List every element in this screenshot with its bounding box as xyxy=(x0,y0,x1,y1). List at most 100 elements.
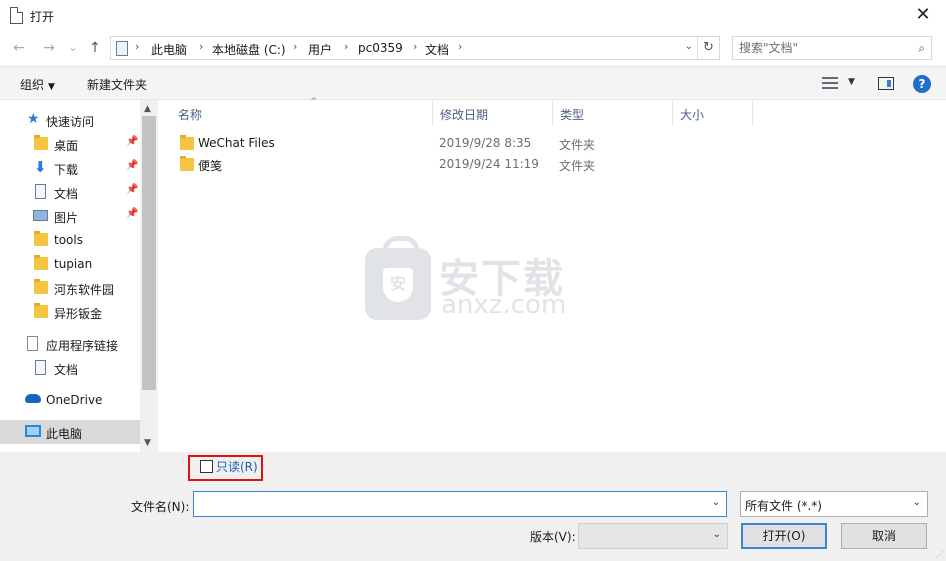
preview-pane-icon[interactable] xyxy=(878,77,894,90)
view-details-icon[interactable] xyxy=(822,77,838,89)
column-header-size[interactable]: 大小 xyxy=(672,100,752,126)
breadcrumb-documents[interactable]: 文档 xyxy=(425,41,449,58)
back-button[interactable]: ← xyxy=(10,38,28,58)
view-options-dropdown[interactable]: ▼ xyxy=(848,77,855,87)
breadcrumb-separator[interactable]: › xyxy=(344,40,348,53)
filename-input[interactable] xyxy=(198,496,698,512)
pin-icon: 📌 xyxy=(126,160,139,171)
sidebar-item-tupian[interactable]: tupian xyxy=(0,252,140,276)
sidebar-item-downloads[interactable]: ⬇ 下载 📌 xyxy=(0,156,140,180)
command-bar: 组织 ▼ 新建文件夹 ▼ ? xyxy=(0,66,946,100)
file-type-select[interactable]: 所有文件 (*.*) ⌄ xyxy=(740,491,928,517)
new-folder-button[interactable]: 新建文件夹 xyxy=(87,76,147,93)
chevron-down-icon[interactable]: ⌄ xyxy=(713,529,721,540)
breadcrumb-pc0359[interactable]: pc0359 xyxy=(358,41,403,55)
file-type: 文件夹 xyxy=(559,159,596,173)
column-header-name[interactable]: 名称 ^ xyxy=(170,97,432,126)
search-input[interactable] xyxy=(739,40,909,56)
scroll-up-icon[interactable]: ▲ xyxy=(144,104,151,114)
file-row[interactable]: WeChat Files 2019/9/28 8:35 文件夹 xyxy=(170,133,650,153)
folder-icon xyxy=(180,156,194,171)
pin-icon: 📌 xyxy=(126,184,139,195)
column-divider[interactable] xyxy=(752,100,753,126)
sidebar-item-tools[interactable]: tools xyxy=(0,228,140,252)
pin-icon: 📌 xyxy=(126,136,139,147)
readonly-label[interactable]: 只读(R) xyxy=(216,458,258,475)
folder-icon xyxy=(34,231,48,246)
breadcrumb-separator[interactable]: › xyxy=(413,40,417,53)
cloud-icon xyxy=(25,394,41,403)
cancel-button[interactable]: 取消 xyxy=(841,523,927,549)
breadcrumb-separator[interactable]: › xyxy=(135,40,139,53)
document-icon xyxy=(35,184,46,199)
title-bar: 打开 ✕ xyxy=(0,0,946,32)
pin-icon: 📌 xyxy=(126,208,139,219)
breadcrumb-separator[interactable]: › xyxy=(199,40,203,53)
recent-locations-button[interactable]: ⌄ xyxy=(64,38,82,58)
column-header-date[interactable]: 修改日期 xyxy=(432,100,552,126)
window-title: 打开 xyxy=(30,10,55,24)
sidebar-item-label: 桌面 xyxy=(54,139,79,153)
sidebar-item-label: tools xyxy=(54,233,83,247)
resize-grip-icon[interactable]: ⋰ xyxy=(936,550,944,559)
sidebar-item-label: 下载 xyxy=(54,163,79,177)
breadcrumb-separator[interactable]: › xyxy=(293,40,297,53)
sidebar-item-label: 文档 xyxy=(54,187,79,201)
sidebar-item-this-pc[interactable]: 此电脑 xyxy=(0,420,140,444)
scroll-down-icon[interactable]: ▼ xyxy=(144,438,151,448)
filename-combobox[interactable]: ⌄ xyxy=(193,491,727,517)
watermark-logo: 安 安下载 anxz.com xyxy=(365,236,585,322)
scrollbar-thumb[interactable] xyxy=(142,116,156,390)
navigation-scrollbar[interactable]: ▲ ▼ xyxy=(140,100,158,452)
sort-ascending-icon: ^ xyxy=(310,97,318,107)
navigation-bar: ← → ⌄ ↑ › 此电脑 › 本地磁盘 (C:) › 用户 › pc0359 … xyxy=(0,34,946,62)
sidebar-item-documents-2[interactable]: 文档 xyxy=(0,356,140,380)
download-arrow-icon: ⬇ xyxy=(34,158,47,176)
file-date: 2019/9/28 8:35 xyxy=(439,136,532,150)
sidebar-item-quick-access[interactable]: ★ 快速访问 xyxy=(0,108,140,132)
sidebar-item-label: 文档 xyxy=(54,363,79,377)
breadcrumb-users[interactable]: 用户 xyxy=(308,41,332,58)
version-select[interactable]: ⌄ xyxy=(578,523,728,549)
column-header-type[interactable]: 类型 xyxy=(552,100,672,126)
watermark-url: anxz.com xyxy=(441,290,567,320)
sidebar-item-documents[interactable]: 文档 📌 xyxy=(0,180,140,204)
breadcrumb-local-disk[interactable]: 本地磁盘 (C:) xyxy=(212,41,286,58)
readonly-checkbox[interactable] xyxy=(200,460,213,473)
sidebar-item-app-links[interactable]: 应用程序链接 xyxy=(0,332,140,356)
organize-button[interactable]: 组织 ▼ xyxy=(20,76,55,93)
address-bar[interactable]: › 此电脑 › 本地磁盘 (C:) › 用户 › pc0359 › 文档 › ⌄ xyxy=(110,36,698,60)
file-type: 文件夹 xyxy=(559,138,596,152)
file-row[interactable]: 便笺 2019/9/24 11:19 文件夹 xyxy=(170,154,650,174)
chevron-down-icon[interactable]: ⌄ xyxy=(913,497,921,508)
close-button[interactable]: ✕ xyxy=(900,0,946,32)
picture-icon xyxy=(33,210,48,221)
search-box[interactable]: ⌕ xyxy=(732,36,932,60)
folder-icon xyxy=(34,255,48,270)
search-icon[interactable]: ⌕ xyxy=(918,41,925,56)
page-icon xyxy=(27,336,38,351)
sidebar-item-label: 此电脑 xyxy=(46,427,83,441)
refresh-button[interactable]: ↻ xyxy=(698,36,720,60)
breadcrumb-separator[interactable]: › xyxy=(458,40,462,53)
sidebar-item-pictures[interactable]: 图片 📌 xyxy=(0,204,140,228)
sidebar-item-label: 图片 xyxy=(54,211,79,225)
filename-label: 文件名(N): xyxy=(131,500,190,514)
breadcrumb-this-pc[interactable]: 此电脑 xyxy=(151,41,187,58)
forward-button[interactable]: → xyxy=(40,38,58,58)
open-button[interactable]: 打开(O) xyxy=(741,523,827,549)
document-icon xyxy=(10,7,23,24)
sidebar-item-desktop[interactable]: 桌面 📌 xyxy=(0,132,140,156)
folder-icon xyxy=(34,135,48,150)
up-button[interactable]: ↑ xyxy=(86,38,104,58)
help-icon[interactable]: ? xyxy=(913,75,931,93)
sidebar-item-onedrive[interactable]: OneDrive xyxy=(0,388,140,412)
sidebar-item-hedong[interactable]: 河东软件园 xyxy=(0,276,140,300)
sidebar-item-label: 河东软件园 xyxy=(54,283,115,297)
chevron-down-icon[interactable]: ⌄ xyxy=(712,497,720,508)
sidebar-item-sheet-metal[interactable]: 异形钣金 xyxy=(0,300,140,324)
sidebar-item-label: 快速访问 xyxy=(46,115,95,129)
address-history-dropdown[interactable]: ⌄ xyxy=(685,41,693,52)
organize-dropdown-icon: ▼ xyxy=(48,82,55,92)
dialog-footer: 只读(R) 文件名(N): ⌄ 所有文件 (*.*) ⌄ 版本(V): ⌄ 打开… xyxy=(0,452,946,561)
